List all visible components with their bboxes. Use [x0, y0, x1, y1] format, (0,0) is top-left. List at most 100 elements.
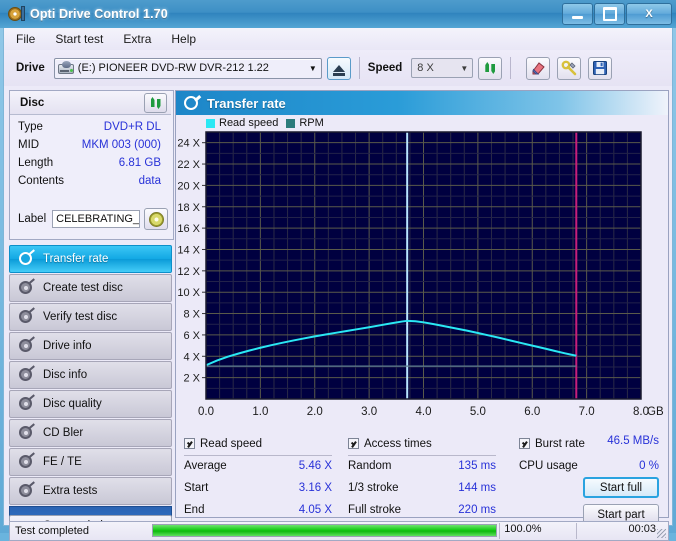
- access-times-checkbox[interactable]: [348, 438, 359, 449]
- burst-rate-checkbox-row[interactable]: Burst rate 46.5 MB/s: [519, 435, 661, 452]
- divider: [184, 455, 332, 456]
- right-panel: Transfer rate Read speed RPM 2 X 4 X 6 X 8 …: [175, 90, 669, 525]
- stat-key: Full stroke: [348, 504, 402, 516]
- access-times-checkbox-row[interactable]: Access times: [348, 435, 496, 452]
- client-area: File Start test Extra Help Drive (E:) PI…: [3, 28, 673, 541]
- disc-row-length: Length 6.81 GB: [18, 157, 165, 174]
- disc-label-row: Label CELEBRATING_: [18, 208, 168, 230]
- start-full-button[interactable]: Start full: [583, 477, 659, 498]
- sidebar-item-label: Disc info: [43, 369, 88, 381]
- tools-button[interactable]: [557, 56, 582, 80]
- read-speed-stats: Read speed Average 5.46 X Start 3.16 X E…: [184, 435, 332, 526]
- chart-title: Transfer rate: [207, 95, 286, 111]
- y-tick-label: 16 X: [177, 223, 200, 235]
- eraser-icon: [532, 62, 546, 75]
- burst-rate-stats: Burst rate 46.5 MB/s CPU usage 0 % Start…: [519, 435, 661, 525]
- sidebar-item-create-test-disc[interactable]: Create test disc: [9, 274, 172, 302]
- sidebar-item-label: FE / TE: [43, 456, 82, 468]
- read-speed-checkbox-row[interactable]: Read speed: [184, 435, 332, 452]
- disc-row-value: 6.81 GB: [118, 157, 161, 169]
- speedometer-icon: [184, 94, 201, 111]
- sidebar-item-fe-te[interactable]: FE / TE: [9, 448, 172, 476]
- disc-row-key: Contents: [18, 175, 65, 187]
- sidebar-item-drive-info[interactable]: Drive info: [9, 332, 172, 360]
- sidebar-item-label: Verify test disc: [43, 311, 118, 323]
- x-tick-label: 1.0: [252, 406, 268, 418]
- chart-header: Transfer rate: [176, 91, 668, 115]
- sidebar-item-transfer-rate[interactable]: Transfer rate: [9, 245, 172, 273]
- chevron-down-icon: ▼: [308, 63, 317, 73]
- speedometer-icon: [18, 394, 35, 412]
- speedometer-icon: [18, 336, 35, 354]
- window-controls: X: [562, 3, 672, 25]
- refresh-disc-button[interactable]: [144, 93, 167, 113]
- sidebar-item-label: CD Bler: [43, 427, 84, 439]
- sidebar-item-cd-bler[interactable]: CD Bler: [9, 419, 172, 447]
- application-window: Opti Drive Control 1.70 X File Start tes…: [0, 0, 676, 541]
- sidebar-item-disc-info[interactable]: Disc info: [9, 361, 172, 389]
- stat-key: 1/3 stroke: [348, 482, 399, 494]
- drive-label: Drive: [16, 62, 45, 74]
- save-button[interactable]: [588, 56, 613, 80]
- menu-item-help[interactable]: Help: [171, 32, 196, 46]
- disc-row-value: data: [138, 175, 161, 187]
- sidebar-item-extra-tests[interactable]: Extra tests: [9, 477, 172, 505]
- maximize-button[interactable]: [594, 3, 625, 25]
- access-times-title: Access times: [364, 437, 432, 450]
- y-tick-label: 10 X: [177, 287, 200, 299]
- erase-button[interactable]: [526, 56, 551, 80]
- sidebar-item-label: Create test disc: [43, 282, 123, 294]
- menu-bar: File Start test Extra Help: [4, 28, 672, 50]
- x-tick-label: 6.0: [524, 406, 540, 418]
- disc-row-key: MID: [18, 139, 40, 151]
- access-times-stats: Access times Random 135 ms 1/3 stroke 14…: [348, 435, 496, 526]
- speedometer-icon: [18, 249, 35, 267]
- stat-value: 4.05 X: [298, 504, 332, 516]
- chart-legend: Read speed RPM: [206, 117, 332, 129]
- y-tick-label: 12 X: [177, 266, 200, 278]
- resize-grip[interactable]: [657, 529, 666, 538]
- legend-item-rpm: RPM: [286, 117, 324, 129]
- test-nav-list: Transfer rate Create test disc Verify te…: [9, 245, 172, 520]
- stat-value: 3.16 X: [298, 482, 332, 494]
- disc-group-header: Disc: [10, 91, 171, 115]
- toolbar: Drive (E:) PIONEER DVD-RW DVR-212 1.22 ▼…: [4, 50, 672, 86]
- read-speed-checkbox[interactable]: [184, 438, 195, 449]
- minimize-button[interactable]: [562, 3, 593, 25]
- stat-row-average: Average 5.46 X: [184, 460, 332, 482]
- disc-info-group: Disc Type DVD+R DL MID MKM 003 (000) Len…: [9, 90, 174, 240]
- transfer-rate-plot[interactable]: 2 X 4 X 6 X 8 X 10 X 12 X 14 X 16 X 18 X 20 X 22 X…: [176, 129, 668, 479]
- burst-rate-checkbox[interactable]: [519, 438, 530, 449]
- menu-item-extra[interactable]: Extra: [123, 32, 151, 46]
- drive-select[interactable]: (E:) PIONEER DVD-RW DVR-212 1.22 ▼: [53, 57, 322, 79]
- menu-item-file[interactable]: File: [16, 32, 35, 46]
- stat-value: 220 ms: [458, 504, 496, 516]
- disc-row-key: Length: [18, 157, 54, 169]
- sidebar-item-verify-test-disc[interactable]: Verify test disc: [9, 303, 172, 331]
- burst-rate-value: 46.5 MB/s: [607, 435, 659, 447]
- disc-row-value: MKM 003 (000): [81, 139, 161, 151]
- eject-button[interactable]: [326, 56, 351, 80]
- stat-key: Random: [348, 460, 392, 472]
- refresh-speed-button[interactable]: [478, 56, 503, 80]
- elapsed-time: 00:03: [628, 523, 656, 535]
- stat-row-random: Random 135 ms: [348, 460, 496, 482]
- x-tick-label: 0.0: [198, 406, 214, 418]
- menu-item-start-test[interactable]: Start test: [55, 32, 103, 46]
- minimize-icon: [572, 15, 583, 19]
- stat-value: 135 ms: [458, 460, 496, 472]
- speed-select[interactable]: 8 X ▼: [411, 58, 474, 78]
- disc-label-input[interactable]: CELEBRATING_: [52, 210, 141, 228]
- x-tick-label: 4.0: [416, 406, 432, 418]
- sidebar-item-disc-quality[interactable]: Disc quality: [9, 390, 172, 418]
- refresh-icon: [149, 96, 163, 110]
- disc-details-button[interactable]: [144, 208, 168, 230]
- y-tick-label: 24 X: [177, 138, 200, 150]
- stat-value: 144 ms: [458, 482, 496, 494]
- toolbar-divider-1: [358, 57, 360, 79]
- close-button[interactable]: X: [626, 3, 672, 25]
- read-speed-title: Read speed: [200, 437, 263, 450]
- x-axis-unit-label: GB: [647, 406, 664, 418]
- chevron-down-icon: ▼: [460, 63, 469, 73]
- speed-label: Speed: [367, 62, 403, 74]
